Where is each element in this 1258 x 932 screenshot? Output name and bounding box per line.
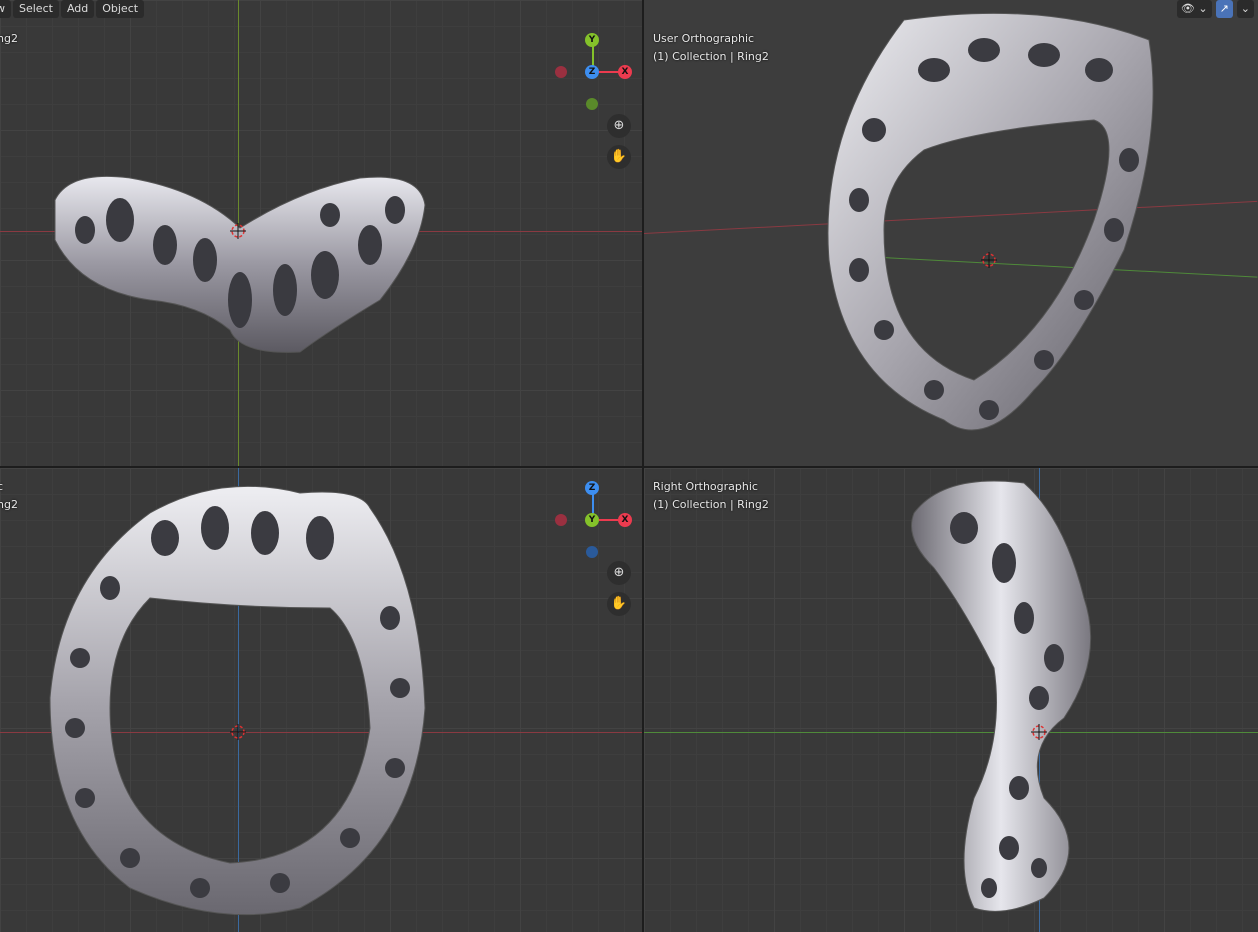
ring-shape: [49, 485, 426, 916]
gizmo-z-axis[interactable]: Z: [585, 481, 599, 495]
gizmo-x-axis[interactable]: X: [618, 513, 632, 527]
viewport-divider-horizontal[interactable]: [0, 466, 1258, 468]
viewport-top-right[interactable]: User Orthographic (1) Collection | Ring2…: [644, 0, 1258, 466]
gizmo-y-axis[interactable]: Y: [585, 33, 599, 47]
gizmo-neg-x[interactable]: [555, 66, 567, 78]
navigation-gizmo[interactable]: Y Z X: [550, 28, 640, 118]
viewport-top-left[interactable]: w Select Add Object ing2 Y Z X: [0, 0, 642, 466]
eye-icon[interactable]: 👁 ⌄: [1176, 0, 1212, 18]
ring-object-user[interactable]: [644, 0, 1258, 466]
gizmo-neg-z[interactable]: [586, 546, 598, 558]
menu-add[interactable]: Add: [60, 0, 95, 18]
chevron-down-icon[interactable]: ⌄: [1236, 0, 1254, 18]
gizmo-x-axis[interactable]: X: [618, 65, 632, 79]
gizmo-neg-y[interactable]: [586, 98, 598, 110]
hand-icon[interactable]: ✋: [607, 592, 631, 616]
ring-object-front[interactable]: [0, 468, 642, 932]
3d-cursor-icon: [1031, 724, 1047, 740]
3d-cursor-icon: [230, 724, 246, 740]
3d-cursor-icon: [981, 252, 997, 268]
hand-icon[interactable]: ✋: [607, 145, 631, 169]
zoom-icon[interactable]: ⊕: [607, 114, 631, 138]
viewport-header-icons: 👁 ⌄ ↗ ⌄: [1176, 0, 1254, 18]
ring-object-top[interactable]: [0, 0, 642, 466]
menu-select[interactable]: Select: [13, 0, 59, 18]
3d-cursor-icon: [230, 223, 246, 239]
gizmo-z-axis[interactable]: Z: [585, 65, 599, 79]
gizmo-icon[interactable]: ↗: [1215, 0, 1233, 18]
viewport-header-menu: w Select Add Object: [0, 0, 145, 18]
viewport-bottom-right[interactable]: Right Orthographic (1) Collection | Ring…: [644, 468, 1258, 932]
gizmo-neg-x[interactable]: [555, 514, 567, 526]
viewport-bottom-left[interactable]: ic ing2 Z Y X ⊕ ✋: [0, 468, 642, 932]
navigation-gizmo[interactable]: Z Y X: [550, 476, 640, 566]
ring-object-side[interactable]: [644, 468, 1258, 932]
menu-object[interactable]: Object: [96, 0, 145, 18]
menu-view[interactable]: w: [0, 0, 11, 18]
zoom-icon[interactable]: ⊕: [607, 561, 631, 585]
gizmo-y-axis[interactable]: Y: [585, 513, 599, 527]
